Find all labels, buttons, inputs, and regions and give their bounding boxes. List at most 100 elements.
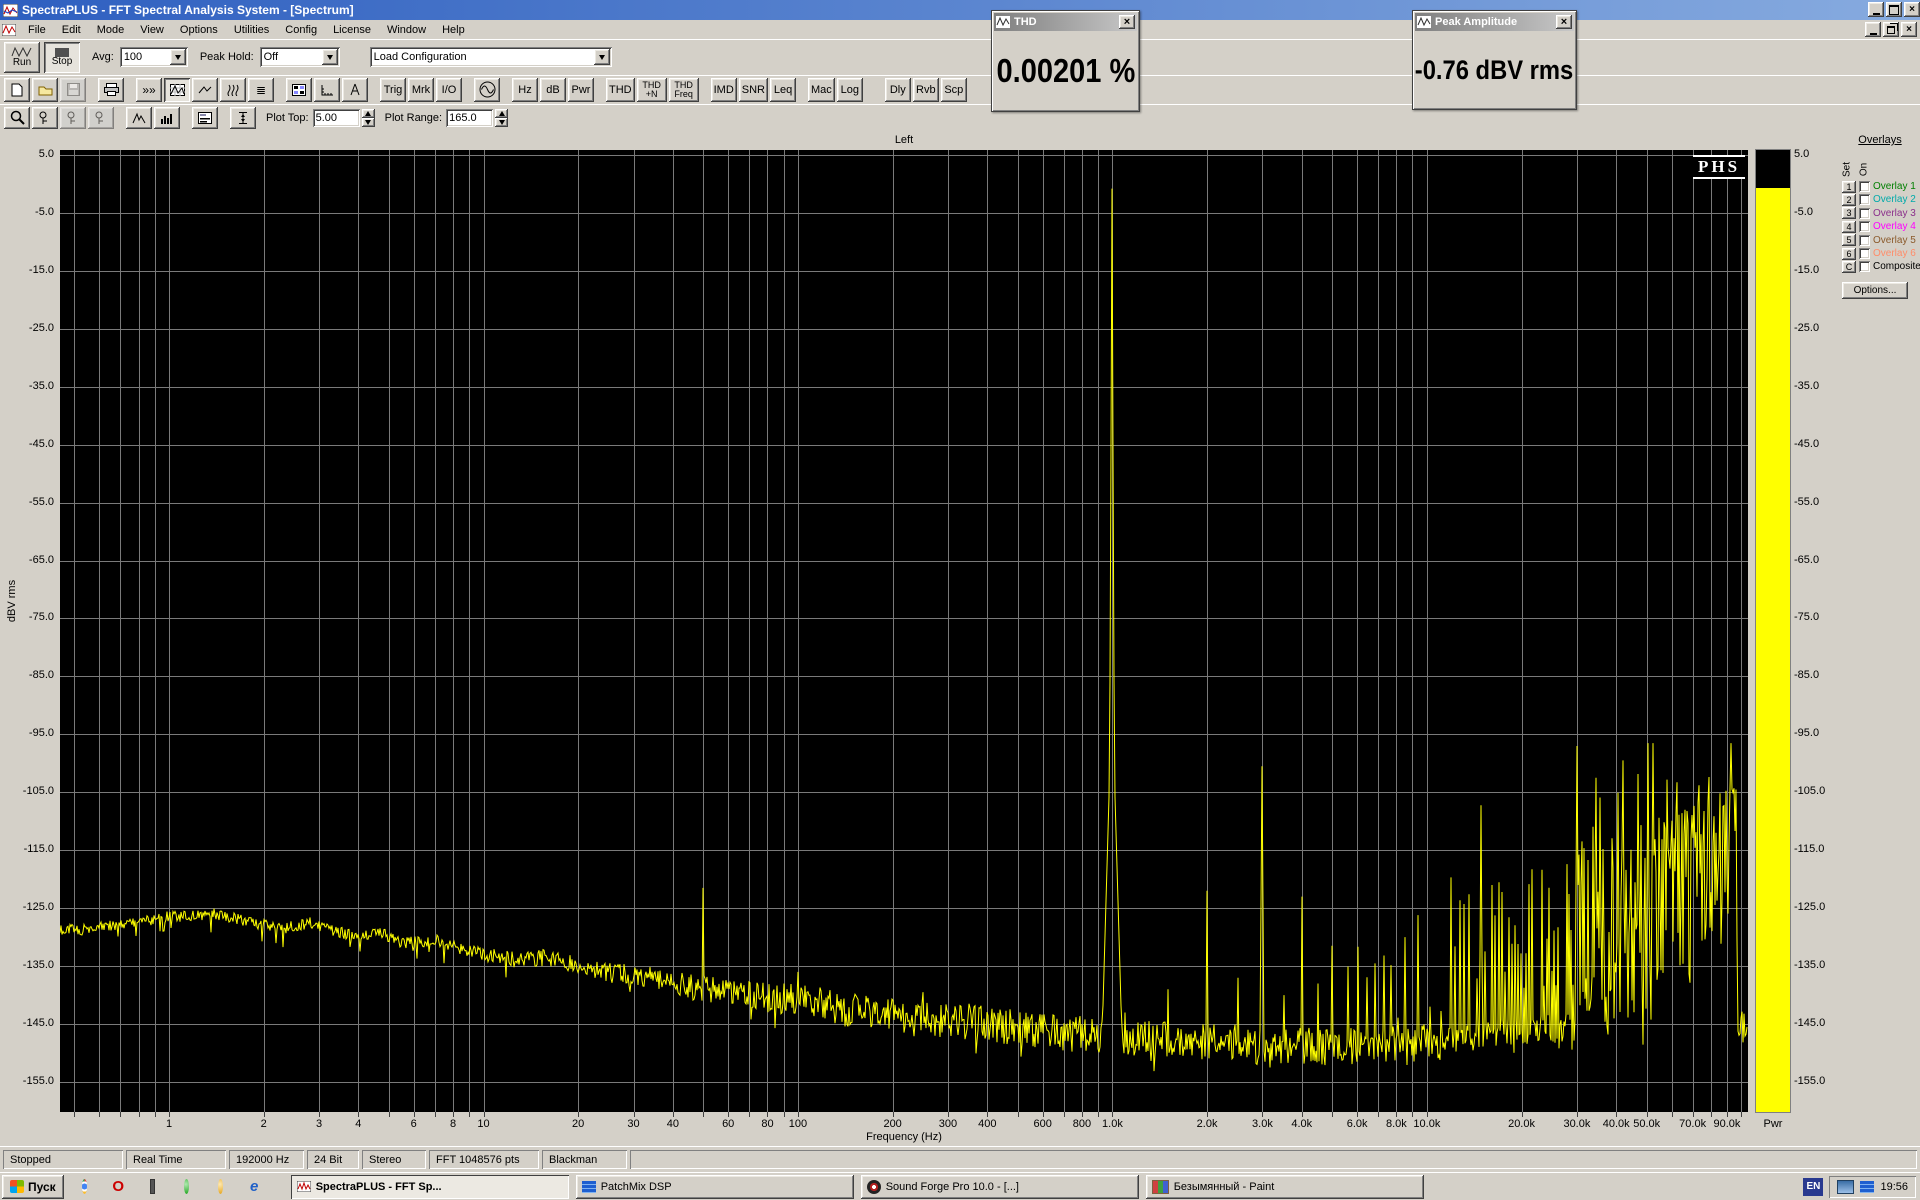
- menu-edit[interactable]: Edit: [54, 20, 89, 39]
- mdi-minimize-button[interactable]: [1865, 22, 1881, 37]
- overlay-set-button-5[interactable]: 5: [1842, 234, 1856, 246]
- quick-launch-messenger[interactable]: [178, 1178, 195, 1195]
- overlay-set-button-4[interactable]: 4: [1842, 221, 1856, 233]
- peak-window-titlebar[interactable]: Peak Amplitude ×: [1415, 13, 1574, 31]
- plot-range-up-button[interactable]: [495, 109, 508, 118]
- overlay-set-button-6[interactable]: 6: [1842, 248, 1856, 260]
- macro-button[interactable]: Mac: [808, 78, 835, 102]
- menu-options[interactable]: Options: [172, 20, 226, 39]
- zoom-button[interactable]: [4, 107, 30, 129]
- open-file-button[interactable]: [32, 78, 58, 102]
- thd-window-titlebar[interactable]: THD ×: [994, 13, 1137, 31]
- delay-button[interactable]: Dly: [885, 78, 911, 102]
- playback-speed-button[interactable]: »»: [136, 78, 162, 102]
- db-units-button[interactable]: dB: [540, 78, 566, 102]
- overlay-checkbox-6[interactable]: [1859, 248, 1870, 259]
- quick-launch-chrome[interactable]: [76, 1178, 93, 1195]
- calibration-button[interactable]: [314, 78, 340, 102]
- snr-button[interactable]: SNR: [739, 78, 768, 102]
- save-file-button[interactable]: [60, 78, 86, 102]
- quick-launch-ie[interactable]: e: [246, 1178, 263, 1195]
- thd-window-close-icon[interactable]: ×: [1119, 15, 1135, 29]
- overlay-set-button-c[interactable]: C: [1842, 261, 1856, 273]
- menu-license[interactable]: License: [325, 20, 379, 39]
- menu-window[interactable]: Window: [379, 20, 434, 39]
- spectrum-view-button[interactable]: [164, 78, 190, 102]
- overlay-set-button-2[interactable]: 2: [1842, 194, 1856, 206]
- start-button[interactable]: Пуск: [2, 1175, 64, 1199]
- menu-utilities[interactable]: Utilities: [226, 20, 277, 39]
- minimize-button[interactable]: [1868, 2, 1884, 17]
- leq-button[interactable]: Leq: [770, 78, 796, 102]
- thd-button[interactable]: THD: [606, 78, 635, 102]
- output-full-button[interactable]: [88, 107, 114, 129]
- configuration-combobox[interactable]: Load Configuration: [370, 47, 612, 67]
- thdfreq-button[interactable]: THD Freq: [669, 78, 699, 102]
- configuration-dropdown-icon[interactable]: [594, 49, 610, 65]
- close-button[interactable]: ×: [1904, 2, 1920, 17]
- mdi-restore-button[interactable]: [1883, 22, 1899, 37]
- taskbar-button-spectraplus[interactable]: SpectraPLUS - FFT Sp...: [291, 1175, 569, 1199]
- plot-range-down-button[interactable]: [495, 118, 508, 127]
- menu-mode[interactable]: Mode: [89, 20, 133, 39]
- spectrum-plot[interactable]: [60, 150, 1748, 1112]
- taskbar-button-patchmix[interactable]: PatchMix DSP: [576, 1175, 854, 1199]
- scope-button[interactable]: Scp: [941, 78, 967, 102]
- language-indicator[interactable]: EN: [1803, 1178, 1823, 1196]
- menu-view[interactable]: View: [132, 20, 172, 39]
- new-file-button[interactable]: [4, 78, 30, 102]
- avg-combobox[interactable]: 100: [120, 47, 188, 67]
- plot-top-field[interactable]: 5.00: [313, 109, 360, 127]
- trigger-button[interactable]: Trig: [380, 78, 406, 102]
- 3d-surface-view-button[interactable]: ≣: [248, 78, 274, 102]
- logging-button[interactable]: Log: [837, 78, 863, 102]
- overlay-set-button-1[interactable]: 1: [1842, 181, 1856, 193]
- print-button[interactable]: [98, 78, 124, 102]
- menu-config[interactable]: Config: [277, 20, 325, 39]
- measure-tool-button[interactable]: [342, 78, 368, 102]
- io-button[interactable]: I/O: [436, 78, 462, 102]
- imd-button[interactable]: IMD: [711, 78, 737, 102]
- overlay-checkbox-1[interactable]: [1859, 181, 1870, 192]
- maximize-button[interactable]: [1886, 2, 1902, 17]
- input-monitor-button[interactable]: [32, 107, 58, 129]
- overlay-checkbox-5[interactable]: [1859, 235, 1870, 246]
- overlay-checkbox-3[interactable]: [1859, 208, 1870, 219]
- hz-units-button[interactable]: Hz: [512, 78, 538, 102]
- overlay-options-button[interactable]: Options...: [1842, 282, 1908, 299]
- overlay-set-button-3[interactable]: 3: [1842, 207, 1856, 219]
- peak-curve-button[interactable]: [126, 107, 152, 129]
- overlay-checkbox-4[interactable]: [1859, 221, 1870, 232]
- peak-hold-dropdown-icon[interactable]: [322, 49, 338, 65]
- avg-dropdown-icon[interactable]: [170, 49, 186, 65]
- quick-launch-icq[interactable]: [212, 1178, 229, 1195]
- marker-button[interactable]: Mrk: [408, 78, 434, 102]
- thdn-button[interactable]: THD +N: [637, 78, 667, 102]
- reverb-button[interactable]: Rvb: [913, 78, 939, 102]
- peak-hold-combobox[interactable]: Off: [260, 47, 340, 67]
- quick-launch-opera[interactable]: O: [110, 1178, 127, 1195]
- peak-amplitude-window[interactable]: Peak Amplitude × -0.76 dBV rms: [1412, 10, 1577, 110]
- run-button[interactable]: Run: [4, 42, 40, 73]
- mixer-button[interactable]: [286, 78, 312, 102]
- signal-generator-button[interactable]: [474, 78, 500, 102]
- mdi-close-button[interactable]: ×: [1901, 22, 1917, 37]
- overlay-checkbox-2[interactable]: [1859, 194, 1870, 205]
- peak-window-close-icon[interactable]: ×: [1556, 15, 1572, 29]
- waveform-view-button[interactable]: [192, 78, 218, 102]
- plot-range-field[interactable]: 165.0: [446, 109, 493, 127]
- menu-help[interactable]: Help: [434, 20, 473, 39]
- thd-window[interactable]: THD × 0.00201 %: [991, 10, 1140, 112]
- overlay-checkbox-c[interactable]: [1859, 261, 1870, 272]
- spectrogram-view-button[interactable]: [220, 78, 246, 102]
- control-panel-button[interactable]: [192, 107, 218, 129]
- patchmix-tray-icon[interactable]: [1860, 1181, 1874, 1193]
- stop-button[interactable]: Stop: [44, 42, 80, 73]
- quick-launch-media-player[interactable]: [144, 1178, 161, 1195]
- menu-file[interactable]: File: [20, 20, 54, 39]
- scale-range-button[interactable]: [230, 107, 256, 129]
- pwr-units-button[interactable]: Pwr: [568, 78, 594, 102]
- network-tray-icon[interactable]: [1837, 1180, 1854, 1194]
- plot-top-down-button[interactable]: [362, 118, 375, 127]
- histogram-button[interactable]: [154, 107, 180, 129]
